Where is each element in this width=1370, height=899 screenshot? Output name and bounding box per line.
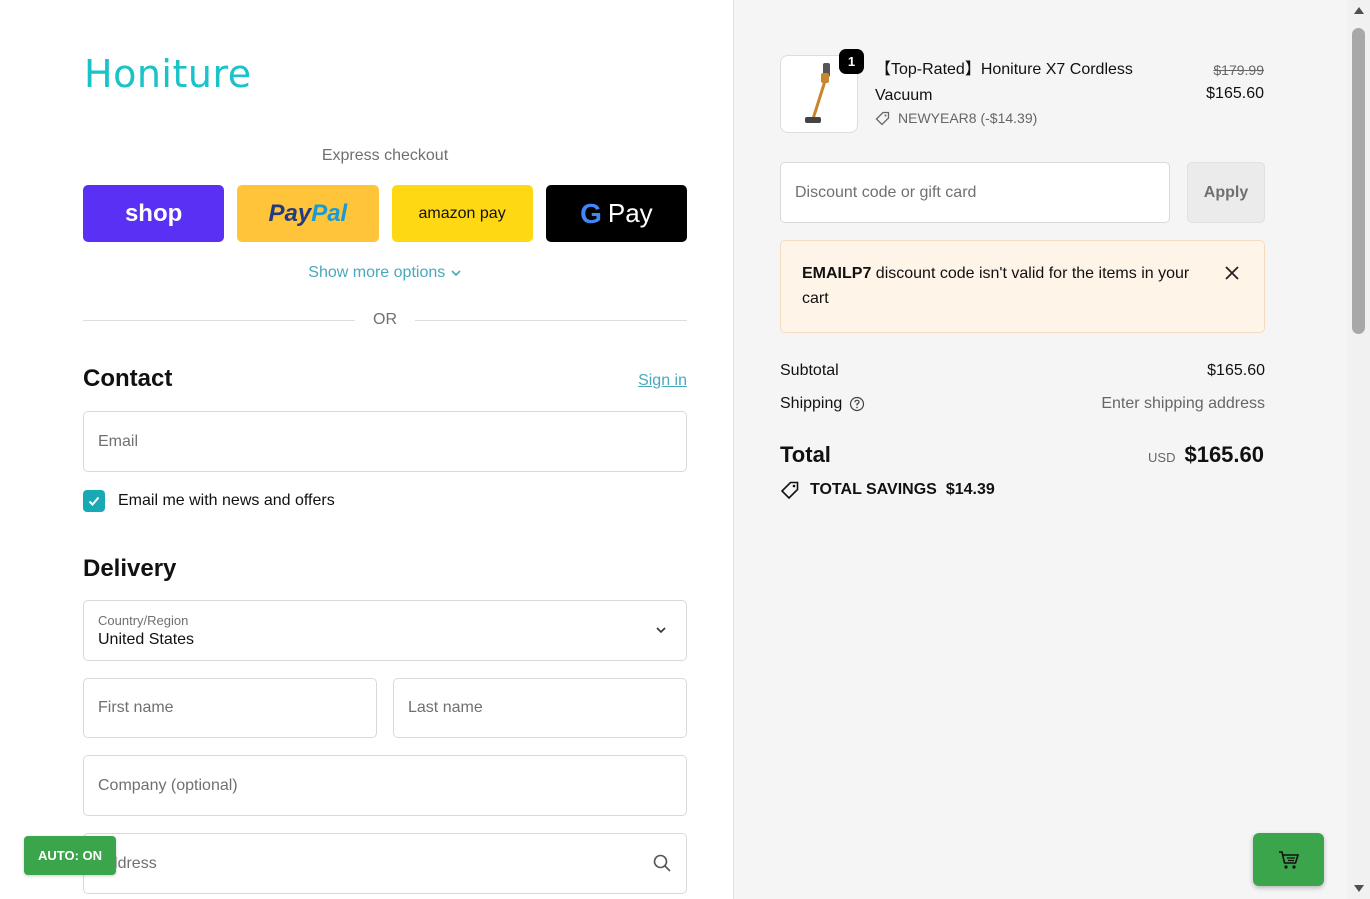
or-text: OR [373, 311, 397, 328]
discount-code-input[interactable]: Discount code or gift card [780, 162, 1170, 223]
total-savings: TOTAL SAVINGS $14.39 [780, 480, 995, 500]
product-name: 【Top-Rated】Honiture X7 Cordless Vacuum [875, 61, 1133, 104]
auto-mode-badge[interactable]: AUTO: ON [24, 836, 116, 875]
alert-code: EMAILP7 [802, 265, 872, 282]
divider-line [83, 319, 355, 321]
checkout-form-panel: Honiture Express checkout shop Pay Pal am… [0, 0, 733, 899]
first-name-field[interactable]: First name [83, 678, 377, 738]
subtotal-label: Subtotal [780, 362, 839, 379]
subtotal-row: Subtotal $165.60 [780, 362, 1265, 380]
country-value: United States [98, 630, 195, 648]
or-divider: OR [83, 310, 687, 330]
shop-pay-button[interactable]: shop [83, 185, 225, 242]
chevron-down-icon [656, 627, 666, 634]
scroll-thumb[interactable] [1352, 28, 1365, 334]
cart-icon [1278, 850, 1299, 869]
paypal-label-b: Pal [311, 199, 348, 227]
total-value: $165.60 [1184, 442, 1264, 467]
apply-discount-button[interactable]: Apply [1187, 162, 1265, 223]
quantity-badge: 1 [839, 49, 864, 74]
brand-logo[interactable]: Honiture [84, 52, 252, 96]
shipping-value: Enter shipping address [1101, 395, 1265, 412]
cart-button[interactable] [1253, 833, 1324, 886]
country-label: Country/Region [98, 612, 189, 628]
show-more-options-link[interactable]: Show more options [83, 264, 687, 282]
shipping-row: Shipping Enter shipping address [780, 395, 1265, 413]
close-icon[interactable] [1224, 265, 1240, 281]
paypal-button[interactable]: Pay Pal [237, 185, 379, 242]
order-summary-panel: 1 【Top-Rated】Honiture X7 Cordless Vacuum… [733, 0, 1347, 899]
paypal-label-a: Pay [268, 199, 312, 227]
divider-line [415, 319, 687, 321]
contact-heading: Contact [83, 365, 173, 392]
last-name-placeholder: Last name [408, 699, 483, 716]
total-currency: USD [1148, 450, 1176, 465]
tag-icon [875, 111, 890, 125]
discount-error-alert: EMAILP7 discount code isn't valid for th… [780, 240, 1265, 333]
product-discount: NEWYEAR8 (-$14.39) [875, 110, 1037, 126]
subtotal-value: $165.60 [1207, 362, 1265, 379]
vacuum-image [805, 63, 830, 123]
google-pay-label: Pay [607, 198, 653, 228]
total-label: Total [780, 442, 831, 467]
show-more-options-label: Show more options [308, 264, 446, 281]
scroll-down-arrow-icon[interactable] [1354, 885, 1364, 892]
page-scrollbar[interactable] [1347, 0, 1370, 899]
product-original-price: $179.99 [1213, 62, 1264, 78]
newsletter-label: Email me with news and offers [118, 492, 335, 509]
first-name-placeholder: First name [98, 699, 174, 716]
delivery-heading: Delivery [83, 555, 177, 582]
email-field[interactable]: Email [83, 411, 687, 472]
company-placeholder: Company (optional) [98, 776, 238, 794]
sign-in-link[interactable]: Sign in [638, 372, 687, 390]
country-select[interactable]: Country/Region United States [83, 600, 687, 661]
google-pay-button[interactable]: G Pay [545, 185, 687, 242]
shop-pay-label: shop [124, 199, 183, 227]
shipping-label: Shipping [780, 395, 843, 412]
newsletter-checkbox[interactable] [83, 490, 105, 512]
amazon-pay-button[interactable]: amazon pay [391, 185, 533, 242]
newsletter-option[interactable]: Email me with news and offers [83, 490, 335, 512]
help-icon[interactable] [849, 396, 865, 412]
product-final-price: $165.60 [1206, 85, 1264, 102]
express-checkout-label: Express checkout [321, 147, 449, 164]
shipping-label-wrap: Shipping [780, 395, 865, 413]
savings-value: $14.39 [945, 481, 995, 498]
search-icon [653, 854, 671, 872]
check-icon [88, 496, 100, 506]
total-value-wrap: USD $165.60 [1148, 442, 1264, 468]
address-field[interactable]: Address [83, 833, 687, 894]
email-placeholder: Email [98, 432, 139, 450]
google-g-icon: G [580, 197, 602, 229]
last-name-field[interactable]: Last name [393, 678, 687, 738]
express-pay-buttons: shop Pay Pal amazon pay G Pay [83, 185, 687, 242]
scroll-up-arrow-icon[interactable] [1354, 7, 1364, 14]
savings-label: TOTAL SAVINGS [810, 481, 937, 498]
discount-code-placeholder: Discount code or gift card [795, 183, 977, 201]
product-discount-text: NEWYEAR8 (-$14.39) [898, 110, 1038, 126]
amazon-pay-label: amazon pay [418, 204, 506, 222]
tag-icon [780, 481, 799, 500]
chevron-down-icon [451, 270, 461, 276]
company-field[interactable]: Company (optional) [83, 755, 687, 816]
